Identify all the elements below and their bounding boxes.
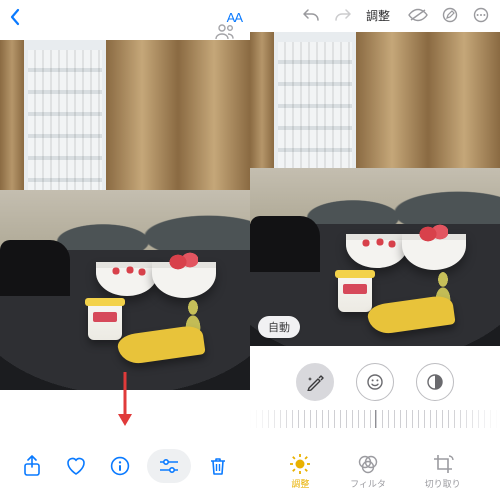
delete-button[interactable] <box>201 449 235 483</box>
edit-header: 調整 <box>250 0 500 30</box>
auto-enhance-dial[interactable] <box>296 363 334 401</box>
filter-icon <box>357 453 379 475</box>
undo-button[interactable] <box>302 7 320 23</box>
tab-crop[interactable]: 切り取り <box>425 453 461 490</box>
edit-preview[interactable]: 自動 <box>250 32 500 346</box>
annotation-arrow-down <box>116 370 134 428</box>
brilliance-dial[interactable] <box>416 363 454 401</box>
tab-filter[interactable]: フィルタ <box>350 453 386 490</box>
photo-viewer-screen: AA <box>0 0 250 500</box>
exposure-dial[interactable] <box>356 363 394 401</box>
adjustment-slider[interactable] <box>250 410 500 428</box>
more-button[interactable] <box>472 7 490 23</box>
adjust-icon <box>289 453 311 475</box>
auto-enhance-chip[interactable]: 自動 <box>258 316 300 338</box>
tab-adjust[interactable]: 調整 <box>289 453 311 490</box>
photo-edit-screen: 調整 <box>250 0 500 500</box>
adjustment-dials <box>250 358 500 406</box>
back-button[interactable] <box>8 8 22 26</box>
edit-button[interactable] <box>147 449 191 483</box>
crop-icon <box>432 453 454 475</box>
info-button[interactable] <box>103 449 137 483</box>
tab-label: フィルタ <box>350 477 386 490</box>
toggle-original-button[interactable] <box>408 8 428 22</box>
tab-label: 切り取り <box>425 477 461 490</box>
redo-button[interactable] <box>334 7 352 23</box>
photo-preview[interactable] <box>0 40 250 390</box>
share-button[interactable] <box>15 449 49 483</box>
viewer-toolbar <box>0 446 250 486</box>
share-people-button[interactable] <box>214 22 236 40</box>
markup-button[interactable] <box>442 7 458 23</box>
header-title: 調整 <box>366 7 390 24</box>
edit-tabs: 調整 フィルタ 切り取り <box>250 453 500 490</box>
favorite-button[interactable] <box>59 449 93 483</box>
tab-label: 調整 <box>291 477 309 490</box>
